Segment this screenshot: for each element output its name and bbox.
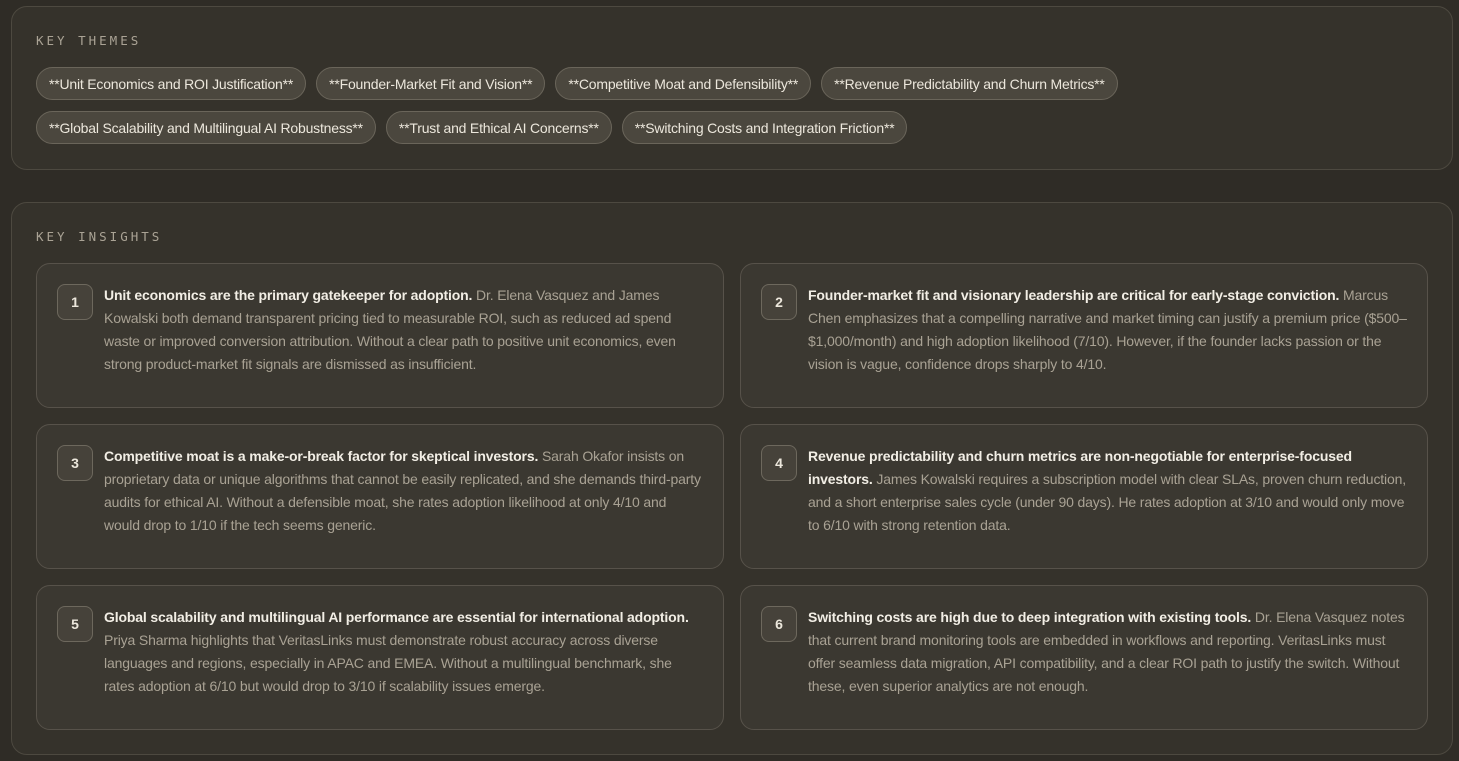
insight-number-badge: 3 [57,445,93,481]
theme-chip[interactable]: **Trust and Ethical AI Concerns** [385,111,612,144]
theme-chip[interactable]: **Competitive Moat and Defensibility** [555,67,812,100]
insight-card: 6 Switching costs are high due to deep i… [740,585,1428,730]
insight-text: Switching costs are high due to deep int… [808,606,1409,698]
insight-text: Unit economics are the primary gatekeepe… [104,284,705,376]
insight-card: 5 Global scalability and multilingual AI… [36,585,724,730]
insight-card: 4 Revenue predictability and churn metri… [740,424,1428,569]
insight-number-badge: 5 [57,606,93,642]
insight-card: 3 Competitive moat is a make-or-break fa… [36,424,724,569]
key-insights-panel: KEY INSIGHTS 1 Unit economics are the pr… [11,202,1453,755]
insight-lead: Founder-market fit and visionary leaders… [808,287,1340,303]
insight-card-grid: 1 Unit economics are the primary gatekee… [36,263,1428,730]
insight-number-badge: 2 [761,284,797,320]
theme-chip[interactable]: **Founder-Market Fit and Vision** [316,67,546,100]
theme-chip[interactable]: **Global Scalability and Multilingual AI… [36,111,376,144]
insight-body: James Kowalski requires a subscription m… [808,471,1407,533]
insight-number-badge: 6 [761,606,797,642]
insight-text: Competitive moat is a make-or-break fact… [104,445,705,537]
theme-chip[interactable]: **Revenue Predictability and Churn Metri… [821,67,1118,100]
insight-lead: Global scalability and multilingual AI p… [104,609,689,625]
insight-lead: Competitive moat is a make-or-break fact… [104,448,539,464]
key-themes-panel: KEY THEMES **Unit Economics and ROI Just… [11,6,1453,170]
insight-text: Global scalability and multilingual AI p… [104,606,705,698]
insight-card: 1 Unit economics are the primary gatekee… [36,263,724,408]
theme-chip[interactable]: **Unit Economics and ROI Justification** [36,67,307,100]
key-insights-heading: KEY INSIGHTS [36,229,163,244]
insight-lead: Switching costs are high due to deep int… [808,609,1252,625]
insight-number-badge: 4 [761,445,797,481]
insight-lead: Unit economics are the primary gatekeepe… [104,287,473,303]
insight-text: Founder-market fit and visionary leaders… [808,284,1409,376]
insight-body: Priya Sharma highlights that VeritasLink… [104,632,672,694]
insight-number-badge: 1 [57,284,93,320]
theme-chip-list: **Unit Economics and ROI Justification**… [36,67,1236,144]
insight-text: Revenue predictability and churn metrics… [808,445,1409,537]
insight-card: 2 Founder-market fit and visionary leade… [740,263,1428,408]
theme-chip[interactable]: **Switching Costs and Integration Fricti… [621,111,908,144]
key-themes-heading: KEY THEMES [36,33,142,48]
